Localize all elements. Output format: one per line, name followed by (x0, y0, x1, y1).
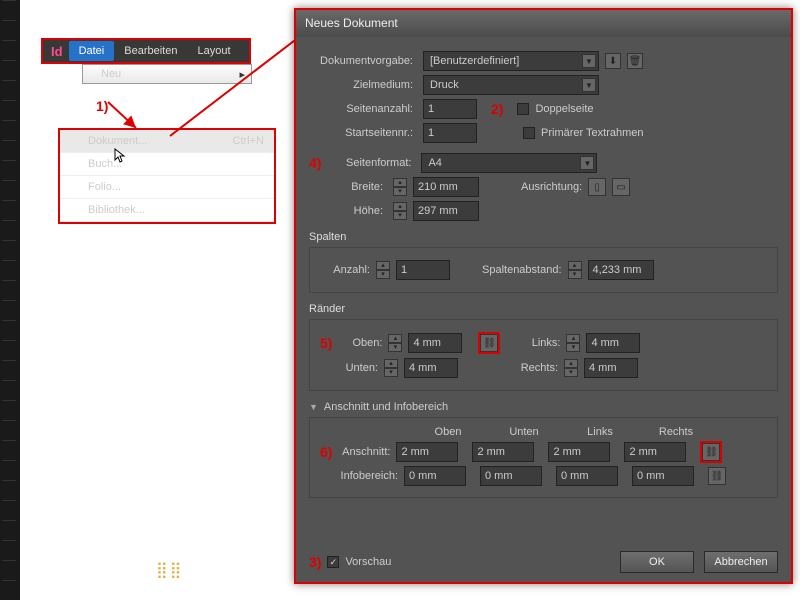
landscape-icon[interactable]: ▭ (612, 178, 630, 196)
gutter-label: Spaltenabstand: (482, 264, 562, 276)
chevron-down-icon: ▼ (582, 54, 596, 68)
m-right-spinner[interactable]: ▴▾ (564, 359, 578, 377)
m-bot-spinner[interactable]: ▴▾ (384, 359, 398, 377)
m-left-input[interactable]: 4 mm (586, 333, 640, 353)
chevron-right-icon: ▸ (239, 68, 245, 81)
margins-title: Ränder (309, 303, 778, 315)
m-left-label: Links: (516, 337, 560, 349)
start-label: Startseitennr.: (309, 127, 417, 139)
annotation-2: 2) (491, 101, 503, 117)
dialog-title: Neues Dokument (295, 9, 792, 37)
ruler (2, 0, 16, 600)
primary-checkbox[interactable] (523, 127, 535, 139)
facing-checkbox[interactable] (517, 103, 529, 115)
m-right-label: Rechts: (514, 362, 558, 374)
m-top-input[interactable]: 4 mm (408, 333, 462, 353)
preset-label: Dokumentvorgabe: (309, 55, 417, 67)
new-document-dialog: Neues Dokument Dokumentvorgabe: [Benutze… (294, 8, 793, 584)
bleed-title[interactable]: ▼Anschnitt und Infobereich (309, 401, 778, 413)
link-margins-icon[interactable]: ⛓ (480, 334, 498, 352)
facing-label: Doppelseite (535, 103, 593, 115)
primary-label: Primärer Textrahmen (541, 127, 644, 139)
col-count-label: Anzahl: (320, 264, 370, 276)
width-label: Breite: (309, 181, 387, 193)
menuitem-bibliothek[interactable]: Bibliothek... (60, 199, 274, 222)
annotation-4: 4) (309, 155, 321, 171)
height-spinner[interactable]: ▴▾ (393, 202, 407, 220)
m-bot-input[interactable]: 4 mm (404, 358, 458, 378)
columns-title: Spalten (309, 231, 778, 243)
size-select[interactable]: A4▼ (421, 153, 597, 173)
annotation-1: 1) (96, 98, 108, 114)
link-bleed-icon[interactable]: ⛓ (702, 443, 720, 461)
slug-right-input[interactable]: 0 mm (632, 466, 694, 486)
m-bot-label: Unten: (320, 362, 378, 374)
menu-datei[interactable]: Datei (69, 41, 115, 61)
bleed-right-input[interactable]: 2 mm (624, 442, 686, 462)
m-top-spinner[interactable]: ▴▾ (388, 334, 402, 352)
slug-top-input[interactable]: 0 mm (404, 466, 466, 486)
app-menubar: Id Datei Bearbeiten Layout (41, 38, 251, 64)
portrait-icon[interactable]: ▯ (588, 178, 606, 196)
preview-checkbox[interactable]: ✓ (327, 556, 339, 568)
bleed-headers: ObenUntenLinksRechts (410, 426, 767, 438)
gutter-input[interactable]: 4,233 mm (588, 260, 654, 280)
slug-left-input[interactable]: 0 mm (556, 466, 618, 486)
annotation-3: 3) (309, 554, 321, 570)
col-count-input[interactable]: 1 (396, 260, 450, 280)
preset-select[interactable]: [Benutzerdefiniert]▼ (423, 51, 599, 71)
slug-label: Infobereich: (320, 470, 404, 482)
start-input[interactable]: 1 (423, 123, 477, 143)
chevron-down-icon: ▼ (582, 78, 596, 92)
intent-select[interactable]: Druck▼ (423, 75, 599, 95)
ok-button[interactable]: OK (620, 551, 694, 573)
menuitem-buch[interactable]: Buch... (60, 153, 274, 176)
link-slug-icon[interactable]: ⛓ (708, 467, 726, 485)
flyout-neu[interactable]: Neu ▸ (82, 64, 252, 84)
col-count-spinner[interactable]: ▴▾ (376, 261, 390, 279)
menu-layout[interactable]: Layout (187, 41, 240, 61)
bleed-bot-input[interactable]: 2 mm (472, 442, 534, 462)
bleed-left-input[interactable]: 2 mm (548, 442, 610, 462)
gutter-spinner[interactable]: ▴▾ (568, 261, 582, 279)
annotation-5: 5) (320, 335, 332, 351)
chevron-down-icon: ▼ (580, 156, 594, 170)
intent-label: Zielmedium: (309, 79, 417, 91)
triangle-down-icon: ▼ (309, 402, 318, 412)
width-spinner[interactable]: ▴▾ (393, 178, 407, 196)
m-top-label: Oben: (342, 337, 382, 349)
m-left-spinner[interactable]: ▴▾ (566, 334, 580, 352)
pages-input[interactable]: 1 (423, 99, 477, 119)
watermark: ⣿⣿ (156, 560, 183, 580)
menuitem-dokument[interactable]: Dokument... Ctrl+N (60, 130, 274, 153)
cursor-icon (114, 148, 128, 164)
cancel-button[interactable]: Abbrechen (704, 551, 778, 573)
width-input[interactable]: 210 mm (413, 177, 479, 197)
app-logo: Id (51, 44, 63, 59)
submenu-neu: Dokument... Ctrl+N Buch... Folio... Bibl… (58, 128, 276, 224)
delete-preset-icon[interactable]: 🗑 (627, 53, 643, 69)
flyout-label: Neu (101, 68, 121, 80)
orient-label: Ausrichtung: (521, 181, 582, 193)
annotation-6: 6) (320, 444, 332, 460)
size-label: Seitenformat: (329, 157, 415, 169)
menuitem-folio[interactable]: Folio... (60, 176, 274, 199)
menu-bearbeiten[interactable]: Bearbeiten (114, 41, 187, 61)
height-input[interactable]: 297 mm (413, 201, 479, 221)
save-preset-icon[interactable]: ⬇ (605, 53, 621, 69)
pages-label: Seitenanzahl: (309, 103, 417, 115)
height-label: Höhe: (309, 205, 387, 217)
bleed-top-input[interactable]: 2 mm (396, 442, 458, 462)
slug-bot-input[interactable]: 0 mm (480, 466, 542, 486)
preview-label: Vorschau (345, 556, 391, 568)
bleed-label: Anschnitt: (334, 446, 396, 458)
m-right-input[interactable]: 4 mm (584, 358, 638, 378)
